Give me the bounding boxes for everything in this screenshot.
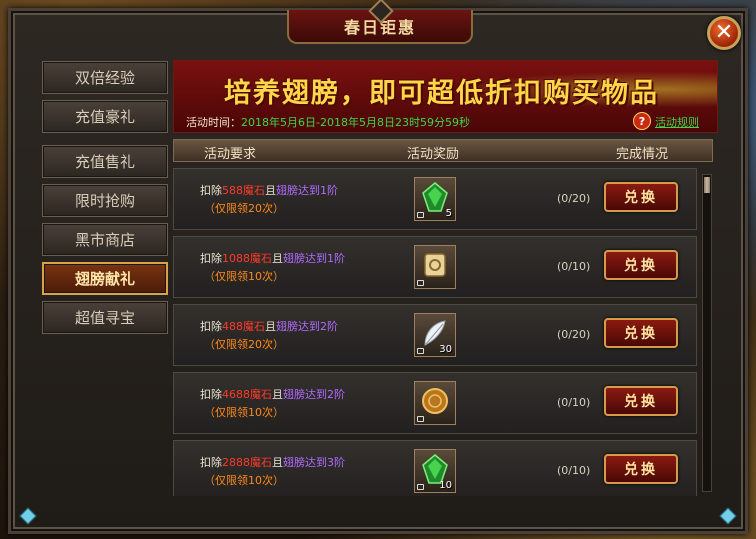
column-requirement: 活动要求	[204, 147, 257, 162]
event-time: 活动时间：2018年5月6日-2018年5月8日23时59分59秒	[186, 114, 470, 130]
sidebar-item-label: 限时抢购	[74, 192, 135, 210]
progress-text: (0/20)	[557, 328, 591, 341]
sidebar-item-label: 充值豪礼	[74, 108, 135, 126]
requirement-text: 扣除4688魔石且翅膀达到2阶	[200, 386, 345, 402]
progress-text: (0/20)	[557, 192, 591, 205]
banner-headline: 培养翅膀，即可超低折扣购买物品	[224, 78, 659, 109]
reward-item-slot[interactable]: 5	[414, 177, 456, 221]
sidebar-item-recharge-sale[interactable]: 充值售礼	[42, 145, 168, 178]
sidebar-item-label: 充值售礼	[74, 153, 135, 171]
exchange-button[interactable]: 兑换	[604, 386, 678, 416]
cost-currency: 魔石	[250, 388, 272, 401]
sidebar-item-wing-gift[interactable]: 翅膀献礼	[42, 262, 168, 295]
cost-amount: 4688	[222, 388, 250, 401]
exchange-button[interactable]: 兑换	[604, 318, 678, 348]
column-status: 完成情况	[616, 147, 669, 162]
gold-coin-icon	[422, 388, 448, 414]
reward-item-slot[interactable]	[414, 245, 456, 289]
column-header: 活动要求 活动奖励 完成情况	[173, 139, 713, 162]
exchange-button[interactable]: 兑换	[604, 250, 678, 280]
wing-condition: 翅膀达到3阶	[283, 456, 345, 469]
exchange-button[interactable]: 兑换	[604, 454, 678, 484]
sidebar-item-double-exp[interactable]: 双倍经验	[42, 61, 168, 94]
list-item: 扣除588魔石且翅膀达到1阶 （仅限领20次） 5 (0/20) 兑换	[173, 168, 697, 230]
requirement-text: 扣除1088魔石且翅膀达到1阶	[200, 250, 345, 266]
list-scrollbar[interactable]	[702, 174, 712, 492]
rules-link[interactable]: 活动规则	[655, 114, 699, 130]
reward-item-slot[interactable]: 10	[414, 449, 456, 493]
conjunction: 且	[272, 388, 283, 401]
scroll-thumb[interactable]	[704, 177, 710, 193]
deduct-label: 扣除	[200, 252, 222, 265]
lock-icon	[417, 484, 424, 490]
sidebar-item-label: 超值寻宝	[74, 309, 135, 327]
reward-item-slot[interactable]	[414, 381, 456, 425]
item-count: 5	[445, 208, 452, 219]
column-reward: 活动奖励	[407, 147, 460, 162]
event-time-label: 活动时间：	[186, 116, 241, 129]
wing-condition: 翅膀达到1阶	[276, 184, 338, 197]
progress-text: (0/10)	[557, 464, 591, 477]
requirement-text: 扣除488魔石且翅膀达到2阶	[200, 318, 338, 334]
cost-currency: 魔石	[250, 252, 272, 265]
scroll-icon	[424, 253, 446, 277]
claim-limit: （仅限领20次）	[204, 202, 284, 215]
conjunction: 且	[265, 184, 276, 197]
reward-list: 扣除588魔石且翅膀达到1阶 （仅限领20次） 5 (0/20) 兑换 扣除10…	[173, 168, 700, 496]
conjunction: 且	[272, 252, 283, 265]
wing-condition: 翅膀达到2阶	[276, 320, 338, 333]
list-item: 扣除488魔石且翅膀达到2阶 （仅限领20次） 30 (0/20) 兑换	[173, 304, 697, 366]
lock-icon	[417, 212, 424, 218]
cost-amount: 588	[222, 184, 243, 197]
sidebar-item-flash-sale[interactable]: 限时抢购	[42, 184, 168, 217]
sidebar: 双倍经验 充值豪礼 充值售礼 限时抢购 黑市商店 翅膀献礼 超值寻宝	[42, 61, 168, 340]
sidebar-item-label: 双倍经验	[74, 69, 135, 87]
list-item: 扣除2888魔石且翅膀达到3阶 （仅限领10次） 10 (0/10) 兑换	[173, 440, 697, 496]
cost-amount: 488	[222, 320, 243, 333]
close-icon: ✕	[714, 20, 734, 45]
event-time-value: 2018年5月6日-2018年5月8日23时59分59秒	[241, 116, 470, 129]
requirement-text: 扣除588魔石且翅膀达到1阶	[200, 182, 338, 198]
cost-amount: 2888	[222, 456, 250, 469]
conjunction: 且	[265, 320, 276, 333]
exchange-button[interactable]: 兑换	[604, 182, 678, 212]
deduct-label: 扣除	[200, 184, 222, 197]
sidebar-item-black-market[interactable]: 黑市商店	[42, 223, 168, 256]
list-item: 扣除1088魔石且翅膀达到1阶 （仅限领10次） (0/10) 兑换	[173, 236, 697, 298]
claim-limit: （仅限领10次）	[204, 406, 284, 419]
item-count: 30	[439, 344, 452, 355]
sidebar-item-recharge-gift[interactable]: 充值豪礼	[42, 100, 168, 133]
lock-icon	[417, 280, 424, 286]
sidebar-item-label: 黑市商店	[74, 231, 135, 249]
cost-amount: 1088	[222, 252, 250, 265]
sidebar-item-label: 翅膀献礼	[74, 270, 135, 288]
cost-currency: 魔石	[243, 184, 265, 197]
list-item: 扣除4688魔石且翅膀达到2阶 （仅限领10次） (0/10) 兑换	[173, 372, 697, 434]
claim-limit: （仅限领10次）	[204, 474, 284, 487]
sidebar-item-treasure-hunt[interactable]: 超值寻宝	[42, 301, 168, 334]
conjunction: 且	[272, 456, 283, 469]
cost-currency: 魔石	[250, 456, 272, 469]
cost-currency: 魔石	[243, 320, 265, 333]
item-count: 10	[439, 480, 452, 491]
progress-text: (0/10)	[557, 396, 591, 409]
wing-condition: 翅膀达到1阶	[283, 252, 345, 265]
reward-item-slot[interactable]: 30	[414, 313, 456, 357]
claim-limit: （仅限领20次）	[204, 338, 284, 351]
help-icon[interactable]: ?	[633, 112, 651, 130]
lock-icon	[417, 348, 424, 354]
claim-limit: （仅限领10次）	[204, 270, 284, 283]
progress-text: (0/10)	[557, 260, 591, 273]
close-button[interactable]: ✕	[707, 16, 741, 50]
deduct-label: 扣除	[200, 456, 222, 469]
wing-condition: 翅膀达到2阶	[283, 388, 345, 401]
requirement-text: 扣除2888魔石且翅膀达到3阶	[200, 454, 345, 470]
deduct-label: 扣除	[200, 388, 222, 401]
lock-icon	[417, 416, 424, 422]
event-banner: 培养翅膀，即可超低折扣购买物品 活动时间：2018年5月6日-2018年5月8日…	[173, 60, 718, 133]
deduct-label: 扣除	[200, 320, 222, 333]
